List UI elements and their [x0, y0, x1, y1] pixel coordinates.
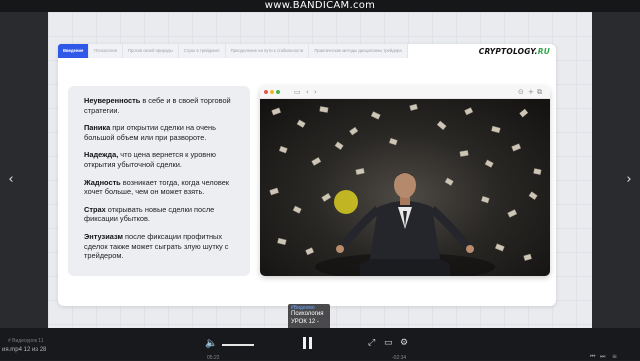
meditating-man-image	[260, 99, 550, 276]
term-panic: Паника	[84, 123, 111, 133]
subtitles-icon[interactable]: ▭	[384, 338, 393, 348]
logo-accent: RU	[537, 47, 550, 56]
tab-fear[interactable]: Страх в трейдинге	[178, 44, 226, 58]
video-tooltip: #Видеомо Психология УРОК 12 -	[288, 304, 330, 330]
cursor-highlight	[334, 190, 358, 214]
menu-icon[interactable]: ≡	[612, 353, 617, 360]
new-tab-icon: +	[528, 88, 534, 96]
paragraph-hope: Надежда, что цена вернется к уровню откр…	[84, 150, 240, 169]
pause-bar-right	[309, 337, 312, 349]
paragraph-fear: Страх открывать новые сделки после фикса…	[84, 205, 240, 224]
tab-overcoming[interactable]: Преодоление на пути к стабильности	[225, 44, 310, 58]
cryptology-logo: CRYPTOLOGY.RU	[479, 47, 550, 56]
file-label-top: # Видеоурок 11	[8, 338, 44, 344]
pause-bar-left	[303, 337, 306, 349]
tabs-icon: ⧉	[537, 88, 542, 96]
term-hope: Надежда,	[84, 150, 119, 160]
emotions-text-panel: Неуверенность в себе и в своей торговой …	[68, 86, 250, 276]
tab-intro[interactable]: Введение	[58, 44, 90, 58]
fullscreen-icon[interactable]: ⤢	[368, 338, 375, 348]
back-icon: ‹	[306, 88, 309, 96]
tab-against-nature[interactable]: Против своей природы	[122, 44, 179, 58]
slide-tabs: Введение Психология Против своей природы…	[58, 44, 408, 58]
logo-text: CRYPTOLOGY.	[478, 47, 538, 56]
forward-icon: ›	[314, 88, 317, 96]
paragraph-enthusiasm: Энтузиазм после фиксации профитных сдело…	[84, 232, 240, 261]
paragraph-uncertainty: Неуверенность в себе и в своей торговой …	[84, 96, 240, 115]
browser-toolbar: ▭ ‹ › ⊙ + ⧉	[260, 86, 550, 99]
volume-icon[interactable]: 🔈	[205, 338, 217, 349]
pause-button[interactable]	[303, 337, 313, 349]
minimize-dot	[270, 90, 274, 94]
chevron-right-icon[interactable]: ›	[622, 170, 636, 190]
time-current: 05:22	[207, 355, 220, 361]
term-uncertainty: Неуверенность	[84, 96, 141, 105]
browser-mockup: ▭ ‹ › ⊙ + ⧉	[260, 86, 550, 276]
volume-slider[interactable]	[222, 344, 254, 346]
tab-discipline[interactable]: Практические методы дисциплины трейдера	[309, 44, 408, 58]
close-dot	[264, 90, 268, 94]
time-total: -02:34	[392, 355, 407, 361]
term-fear: Страх	[84, 204, 106, 214]
tooltip-line1: Психология	[291, 311, 324, 317]
video-player-bar: # Видеоурок 11 ия.mp4 12 из 28 🔈 ⤢ ▭ ⚙ 0…	[0, 328, 640, 361]
term-enthusiasm: Энтузиазм	[84, 231, 123, 241]
tooltip-line2: УРОК 12 -	[291, 318, 319, 325]
meditation-illustration	[269, 103, 542, 276]
tab-psychology[interactable]: Психология	[89, 44, 123, 58]
file-label: ия.mp4 12 из 28	[2, 347, 47, 353]
paragraph-greed: Жадность возникает тогда, когда человек …	[84, 178, 240, 197]
term-greed: Жадность	[84, 177, 121, 187]
paragraph-panic: Паника при открытии сделки на очень боль…	[84, 123, 240, 142]
recorder-watermark: www.BANDICAM.com	[0, 0, 640, 12]
maximize-dot	[276, 90, 280, 94]
chevron-left-icon[interactable]: ‹	[4, 170, 18, 190]
sidebar-icon: ▭	[294, 88, 301, 96]
share-icon: ⊙	[518, 88, 524, 96]
settings-icon[interactable]: ⚙	[400, 338, 408, 348]
